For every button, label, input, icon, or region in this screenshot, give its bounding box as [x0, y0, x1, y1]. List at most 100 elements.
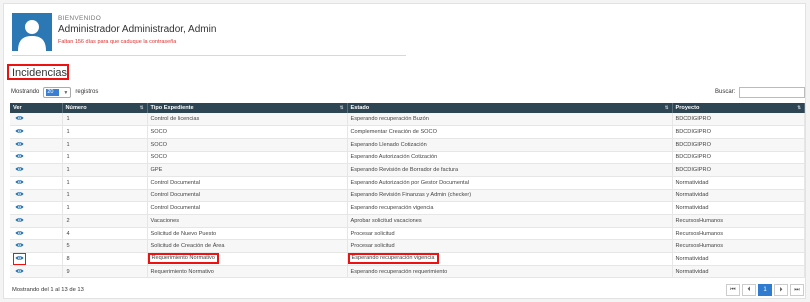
search-control: Buscar:: [715, 85, 806, 99]
proyecto-cell: Normatividad: [672, 201, 805, 215]
numero-cell: 5: [62, 239, 148, 254]
table-row: 1 Control Documental Esperando recuperació…: [10, 201, 805, 215]
table-row: 5 Solicitud de Creación de Área Procesar s…: [10, 239, 805, 254]
view-eye-icon[interactable]: [15, 179, 24, 187]
page-1-button[interactable]: 1: [758, 284, 772, 296]
estado-cell: Aprobar solicitud vacaciones: [347, 214, 673, 228]
page-length-control: Mostrando 20 ▼ registros: [11, 85, 98, 99]
numero-cell: 1: [62, 176, 148, 190]
table-row: 1 SOCO Esperando Autorización Cotización BD…: [10, 151, 805, 165]
page-title-highlight: Incidencias: [7, 64, 69, 80]
numero-cell: 1: [62, 125, 148, 139]
table-row: 1 Control Documental Esperando Autorizació…: [10, 176, 805, 190]
table-row: 4 Solicitud de Nuevo Puesto Procesar solic…: [10, 227, 805, 241]
numero-cell: 2: [62, 214, 148, 228]
estado-cell: Esperando Revisión Finanzas y Admin (che…: [347, 189, 673, 203]
last-page-button[interactable]: ⏭: [790, 284, 804, 296]
numero-cell: 8: [62, 252, 148, 266]
length-prefix: Mostrando: [11, 89, 40, 95]
view-eye-icon[interactable]: [15, 141, 24, 149]
col-ver[interactable]: Ver: [10, 103, 63, 113]
tipo-cell: SOCO: [147, 138, 348, 152]
proyecto-cell: Normatividad: [672, 189, 805, 203]
view-cell: [10, 163, 63, 177]
numero-cell: 1: [62, 163, 148, 177]
view-cell: [10, 189, 63, 203]
next-page-button[interactable]: ⏵: [774, 284, 788, 296]
tipo-cell: Requerimiento Normativo: [147, 252, 348, 266]
tipo-cell: Solicitud de Creación de Área: [147, 239, 348, 254]
view-eye-icon[interactable]: [15, 242, 24, 250]
tipo-cell: GPE: [147, 163, 348, 177]
table-row: 1 Control Documental Esperando Revisión Fi…: [10, 189, 805, 203]
col-numero[interactable]: Número ⇅: [62, 103, 148, 113]
view-eye-icon[interactable]: [15, 217, 24, 225]
user-name: Administrador Administrador, Admin: [58, 24, 217, 35]
proyecto-cell: Normatividad: [672, 252, 805, 266]
proyecto-cell: Normatividad: [672, 265, 805, 279]
table-row: 1 SOCO Complementar Creación de SOCO BDCDIG…: [10, 125, 805, 139]
page-length-select[interactable]: 20 ▼: [43, 86, 72, 98]
view-cell: [10, 151, 63, 165]
proyecto-cell: BDCDIGIPRO: [672, 113, 805, 127]
proyecto-cell: Normatividad: [672, 176, 805, 190]
view-eye-icon[interactable]: [15, 191, 24, 199]
estado-cell: Esperando recuperación vigencia: [347, 201, 673, 215]
tipo-cell: SOCO: [147, 125, 348, 139]
tipo-cell: Solicitud de Nuevo Puesto: [147, 227, 348, 241]
view-cell: [10, 265, 63, 279]
view-cell: [10, 138, 63, 152]
welcome-panel: BIENVENIDO Administrador Administrador, …: [12, 13, 406, 56]
proyecto-cell: BDCDIGIPRO: [672, 138, 805, 152]
view-eye-icon[interactable]: [15, 268, 24, 276]
tipo-cell: Requerimiento Normativo: [147, 265, 348, 279]
estado-cell: Esperando recuperación requerimiento: [347, 265, 673, 279]
view-eye-icon[interactable]: [15, 153, 24, 161]
first-page-button[interactable]: ⏮: [726, 284, 740, 296]
table-row: 9 Requerimiento Normativo Esperando recupe…: [10, 265, 805, 279]
chevron-down-icon: ▼: [63, 89, 69, 96]
main-panel: BIENVENIDO Administrador Administrador, …: [3, 3, 806, 299]
tipo-cell: Control Documental: [147, 189, 348, 203]
prev-page-button[interactable]: ⏴: [742, 284, 756, 296]
table-info: Mostrando del 1 al 13 de 13: [12, 287, 84, 293]
page-title: Incidencias: [12, 67, 68, 79]
tipo-cell: Control de licencias: [147, 113, 348, 127]
tipo-cell: SOCO: [147, 151, 348, 165]
table-row: 8 Requerimiento Normativo Esperando recupe…: [10, 252, 805, 266]
view-eye-icon[interactable]: [13, 252, 26, 265]
sort-icon: ⇅: [797, 105, 801, 110]
estado-cell: Esperando recuperación Buzón: [347, 113, 673, 127]
view-cell: [10, 125, 63, 139]
search-input[interactable]: [739, 86, 806, 98]
pagination: ⏮ ⏴ 1 ⏵ ⏭: [724, 284, 804, 296]
sort-icon: ⇅: [139, 105, 144, 110]
view-cell: [10, 227, 63, 241]
view-eye-icon[interactable]: [15, 115, 24, 123]
view-cell: [10, 201, 63, 215]
proyecto-cell: BDCDIGIPRO: [672, 163, 805, 177]
col-tipo-expediente[interactable]: Tipo Expediente ⇅: [147, 103, 348, 113]
col-proyecto[interactable]: Proyecto ⇅: [672, 103, 805, 113]
view-eye-icon[interactable]: [15, 166, 24, 174]
tipo-cell: Vacaciones: [147, 214, 348, 228]
view-cell: [10, 252, 63, 266]
tipo-cell: Control Documental: [147, 201, 348, 215]
view-eye-icon[interactable]: [15, 230, 24, 238]
view-eye-icon[interactable]: [15, 204, 24, 212]
view-eye-icon[interactable]: [15, 128, 24, 136]
welcome-greeting: BIENVENIDO: [58, 15, 102, 22]
view-cell: [10, 113, 63, 127]
estado-cell: Esperando Autorización por Gestor Docume…: [347, 176, 673, 190]
page-length-value: 20: [46, 88, 60, 96]
length-suffix: registros: [75, 89, 99, 95]
proyecto-cell: RecursosHumanos: [672, 227, 805, 241]
view-cell: [10, 239, 63, 254]
numero-cell: 1: [62, 201, 148, 215]
numero-cell: 9: [62, 265, 148, 279]
col-estado[interactable]: Estado ⇅: [347, 103, 673, 113]
sort-icon: ⇅: [664, 105, 669, 110]
numero-cell: 1: [62, 189, 148, 203]
view-cell: [10, 214, 63, 228]
view-cell: [10, 176, 63, 190]
